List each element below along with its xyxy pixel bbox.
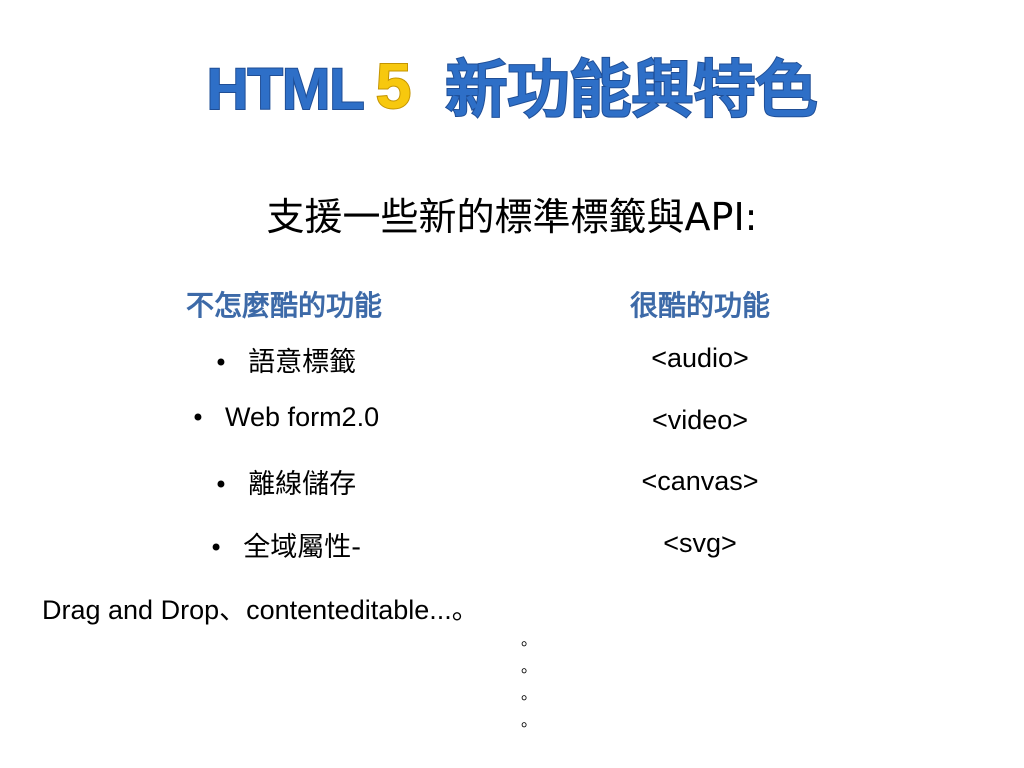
trailing-mark: 。 (521, 657, 538, 676)
trailing-marks: 。 。 。 。 (521, 626, 537, 734)
drag-drop-text: Drag and Drop (42, 595, 220, 625)
right-list-item: <svg> (663, 528, 737, 558)
drag-drop-line: Drag and Drop、contenteditable...。 (42, 588, 479, 627)
title-version-five: 5 (375, 50, 413, 122)
bullet-icon: • (190, 404, 206, 432)
trailing-mark: 。 (521, 684, 538, 703)
title-html: HTML (206, 57, 366, 122)
title-features: 新功能與特色 (444, 53, 818, 126)
right-list-item: <audio> (651, 343, 749, 373)
left-item-text: 離線儲存 (248, 469, 357, 500)
left-item-text: 語意標籤 (248, 347, 357, 378)
right-list-item: <canvas> (641, 466, 759, 496)
left-list-item: • 全域屬性- (150, 525, 420, 564)
contenteditable-text: contenteditable... (246, 595, 452, 625)
left-item-text: 全域屬性- (243, 532, 361, 563)
left-list-item: • 離線儲存 (150, 462, 420, 501)
slide-subtitle: 支援一些新的標準標籤與API: (266, 195, 758, 239)
left-list-item: • 語意標籤 (150, 340, 420, 379)
end-mark: 。 (451, 595, 479, 626)
right-list-item: <video> (651, 405, 749, 435)
left-column-heading: 不怎麼酷的功能 (185, 289, 382, 322)
list-separator: 、 (219, 595, 247, 626)
slide-title: HTML 5 新功能與特色 (0, 53, 1024, 126)
bullet-icon: • (209, 534, 224, 562)
trailing-mark: 。 (521, 630, 538, 649)
left-list-item: • Web form2.0 (150, 402, 420, 433)
trailing-mark: 。 (521, 711, 538, 730)
bullet-icon: • (213, 471, 229, 499)
right-column-heading: 很酷的功能 (629, 289, 770, 322)
bullet-icon: • (213, 349, 229, 377)
left-item-text: Web form2.0 (225, 402, 380, 432)
